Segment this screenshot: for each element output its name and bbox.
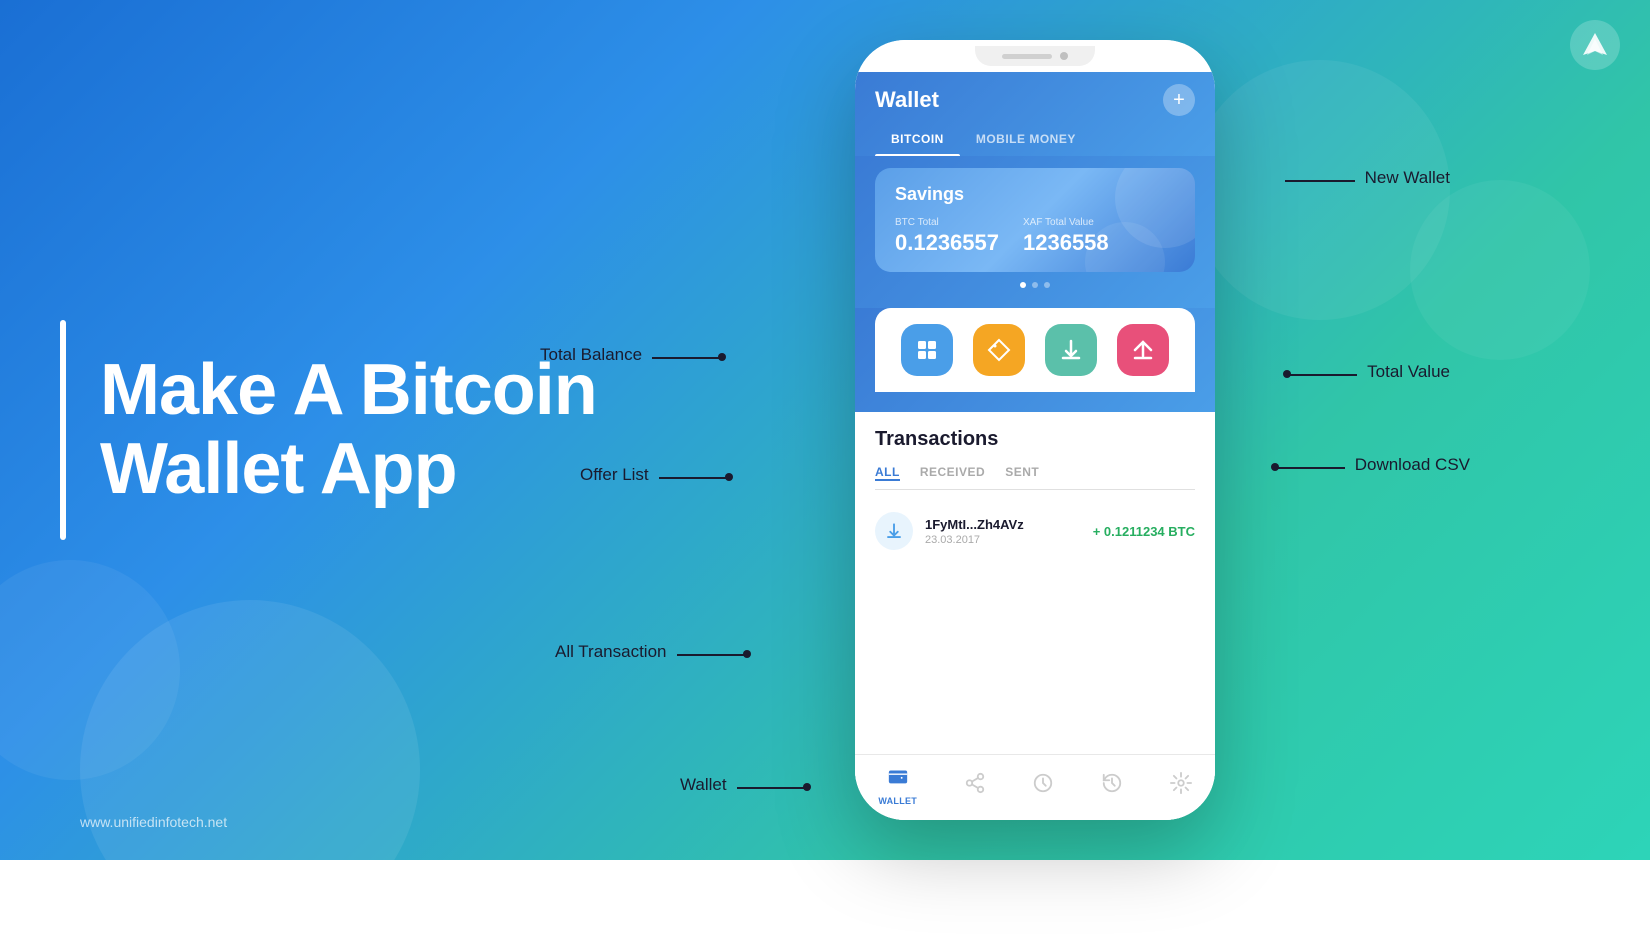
new-wallet-label: New Wallet	[1365, 168, 1450, 187]
tab-mobile-money[interactable]: MOBILE MONEY	[960, 124, 1092, 156]
transaction-info: 1FyMtI...Zh4AVz 23.03.2017	[925, 517, 1081, 546]
balance-row: BTC Total 0.1236557 XAF Total Value 1236…	[895, 217, 1175, 256]
offer-list-line	[659, 477, 729, 479]
notch-camera	[1060, 52, 1068, 60]
notch-speaker	[1002, 54, 1052, 59]
main-heading: Make A Bitcoin Wallet App	[80, 351, 640, 509]
wallet-nav-label: Wallet	[680, 775, 727, 794]
xaf-amount: 1236558	[1023, 230, 1109, 255]
nav-item-wallet[interactable]: WALLET	[878, 765, 917, 806]
left-panel: Make A Bitcoin Wallet App www.unifiedinf…	[60, 0, 680, 860]
card-dot-2	[1032, 282, 1038, 288]
all-transaction-line	[677, 654, 747, 656]
share-nav-icon	[964, 772, 986, 800]
tab-bitcoin[interactable]: BITCOIN	[875, 124, 960, 156]
total-value-line	[1287, 374, 1357, 376]
wallet-nav-line	[737, 787, 807, 789]
company-logo	[1570, 20, 1620, 70]
nav-item-share[interactable]	[964, 772, 986, 800]
wallet-icon	[887, 765, 909, 793]
transaction-tabs: ALL RECEIVED SENT	[875, 465, 1195, 490]
bottom-nav: WALLET	[855, 754, 1215, 820]
new-wallet-annotation: New Wallet	[1365, 168, 1450, 188]
btc-label: BTC Total	[895, 217, 999, 228]
wallet-card: Savings BTC Total 0.1236557 XAF Total Va…	[875, 168, 1195, 272]
phone-screen-inner: Wallet + BITCOIN MOBILE MONEY	[855, 72, 1215, 820]
total-balance-label: Total Balance	[540, 345, 642, 364]
phone-notch-area	[855, 40, 1215, 72]
total-balance-annotation: Total Balance	[540, 345, 642, 365]
btc-amount: 0.1236557	[895, 230, 999, 255]
clock-icon	[1032, 772, 1054, 800]
website-label: www.unifiedinfotech.net	[80, 814, 227, 830]
transaction-address: 1FyMtI...Zh4AVz	[925, 517, 1081, 532]
new-wallet-line	[1285, 180, 1355, 182]
xaf-balance-item: XAF Total Value 1236558	[1023, 217, 1109, 256]
tab-sent-transactions[interactable]: SENT	[1005, 465, 1039, 481]
wallet-nav-dot	[803, 783, 811, 791]
transaction-item: 1FyMtI...Zh4AVz 23.03.2017 + 0.1211234 B…	[875, 504, 1195, 558]
action-buttons-row	[875, 308, 1195, 392]
transaction-date: 23.03.2017	[925, 534, 1081, 546]
card-dots	[875, 282, 1195, 288]
nav-item-history[interactable]	[1101, 772, 1123, 800]
phone-screen: Wallet + BITCOIN MOBILE MONEY	[855, 72, 1215, 820]
all-transaction-label: All Transaction	[555, 642, 667, 661]
new-wallet-button[interactable]: +	[1163, 84, 1195, 116]
tab-received-transactions[interactable]: RECEIVED	[920, 465, 985, 481]
wallet-card-container: Savings BTC Total 0.1236557 XAF Total Va…	[855, 156, 1215, 308]
phone-area: Wallet + BITCOIN MOBILE MONEY	[820, 40, 1250, 860]
offer-list-label: Offer List	[580, 465, 649, 484]
total-value-annotation: Total Value	[1367, 362, 1450, 382]
card-dot-3	[1044, 282, 1050, 288]
download-csv-annotation: Download CSV	[1355, 455, 1470, 475]
offer-list-annotation: Offer List	[580, 465, 649, 485]
nav-item-settings[interactable]	[1170, 772, 1192, 800]
all-transaction-annotation: All Transaction	[555, 642, 667, 662]
transaction-icon	[875, 512, 913, 550]
history-icon	[1101, 772, 1123, 800]
decorative-circle-4	[1410, 180, 1590, 360]
total-value-label: Total Value	[1367, 362, 1450, 381]
all-transaction-dot	[743, 650, 751, 658]
app-header: Wallet + BITCOIN MOBILE MONEY	[855, 72, 1215, 156]
transactions-title: Transactions	[875, 428, 1195, 451]
download-csv-dot	[1271, 463, 1279, 471]
download-csv-label: Download CSV	[1355, 455, 1470, 474]
left-border-bar	[60, 320, 66, 540]
total-balance-line	[652, 357, 722, 359]
phone-frame: Wallet + BITCOIN MOBILE MONEY	[855, 40, 1215, 820]
phone-notch	[975, 46, 1095, 66]
savings-title: Savings	[895, 184, 1175, 205]
download-csv-button[interactable]	[1045, 324, 1097, 376]
action-buttons-area	[855, 308, 1215, 412]
card-dot-1	[1020, 282, 1026, 288]
download-csv-line	[1275, 467, 1345, 469]
transaction-amount: + 0.1211234 BTC	[1093, 524, 1195, 539]
offer-list-dot	[725, 473, 733, 481]
tag-button[interactable]	[973, 324, 1025, 376]
app-header-top: Wallet +	[875, 84, 1195, 116]
tab-all-transactions[interactable]: ALL	[875, 465, 900, 481]
xaf-label: XAF Total Value	[1023, 217, 1109, 228]
btc-balance-item: BTC Total 0.1236557	[895, 217, 999, 256]
wallet-nav-annotation: Wallet	[680, 775, 727, 795]
app-tabs: BITCOIN MOBILE MONEY	[875, 124, 1195, 156]
share-button[interactable]	[1117, 324, 1169, 376]
offer-list-button[interactable]	[901, 324, 953, 376]
app-title: Wallet	[875, 87, 939, 113]
nav-item-clock[interactable]	[1032, 772, 1054, 800]
nav-wallet-label: WALLET	[878, 796, 917, 806]
settings-icon	[1170, 772, 1192, 800]
